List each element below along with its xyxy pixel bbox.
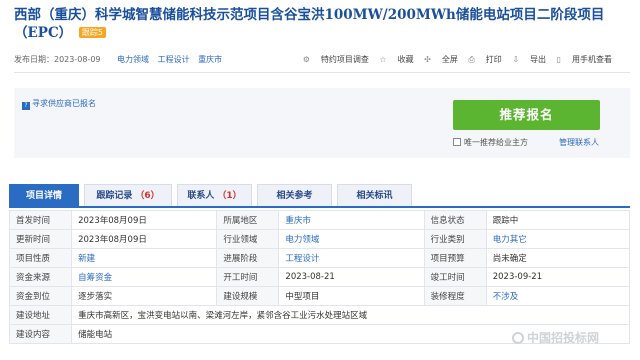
- page-title: 西部（重庆）科学城智慧储能科技示范项目含谷宝洪100MW/200MWh储能电站项…: [14, 6, 624, 42]
- field-value: 2023-09-21: [485, 267, 631, 287]
- tab-label: 联系人: [187, 191, 215, 201]
- tag-industry[interactable]: 电力领域: [117, 55, 149, 64]
- field-value-link[interactable]: 自筹资金: [71, 267, 218, 287]
- tag-stage[interactable]: 工程设计: [158, 55, 190, 64]
- field-value-link[interactable]: 电力其它: [485, 229, 631, 249]
- tab-label: 相关参考: [276, 191, 313, 201]
- table-row: 首发时间 2023年08月09日 所属地区 重庆市 信息状态 跟踪中: [8, 210, 631, 230]
- field-value: 2023年08月09日: [71, 210, 218, 230]
- star-icon: ☆: [379, 55, 387, 64]
- tracking-badge[interactable]: 跟踪5: [78, 27, 106, 38]
- watermark-logo-icon: [512, 332, 524, 344]
- export-button[interactable]: 导出: [530, 55, 546, 64]
- field-label: 更新时间: [8, 229, 73, 249]
- tab-contacts[interactable]: 联系人 （1）: [177, 184, 252, 206]
- tab-tracking[interactable]: 跟踪记录 （6）: [84, 184, 172, 206]
- manage-contact-link[interactable]: 管理联系人: [559, 138, 599, 148]
- field-value: 2023年08月09日: [71, 229, 218, 249]
- field-label: 资金来源: [8, 267, 73, 287]
- field-label: 行业领域: [216, 229, 280, 249]
- field-label: 开工时间: [216, 267, 280, 287]
- table-row: 项目性质 新建 进展阶段 工程设计 项目预算 尚未确定: [8, 248, 631, 268]
- project-info-table: 首发时间 2023年08月09日 所属地区 重庆市 信息状态 跟踪中 更新时间 …: [8, 210, 631, 344]
- recommend-signup-button[interactable]: 推荐报名: [453, 100, 600, 130]
- field-label: 项目预算: [423, 248, 487, 268]
- table-row: 资金到位 逐步落实 建设规模 中型项目 装修程度 不涉及: [8, 286, 631, 306]
- field-label: 资金到位: [8, 286, 73, 306]
- field-value: 逐步落实: [71, 286, 218, 306]
- field-label: 装修程度: [423, 286, 487, 306]
- print-button[interactable]: 打印: [486, 55, 502, 64]
- survey-button[interactable]: 特约项目调查: [321, 55, 369, 64]
- field-value-link[interactable]: 重庆市: [278, 210, 425, 230]
- supplier-link-label: 寻求供应商已报名: [32, 99, 96, 108]
- survey-icon: ⚙: [302, 55, 310, 64]
- favorite-button[interactable]: 收藏: [398, 55, 414, 64]
- tab-label: 跟踪记录: [96, 191, 133, 201]
- field-label: 进展阶段: [216, 248, 280, 268]
- mobile-view-button[interactable]: 用手机查看: [572, 55, 612, 64]
- checkbox-icon[interactable]: [453, 138, 461, 146]
- publish-date: 2023-08-09: [54, 55, 101, 64]
- action-bar: ⚙ 特约项目调查 ☆ 收藏 ✣ 全屏 ⎙ 打印 ⇩ 导出 ▯ 用手机查看: [303, 53, 620, 67]
- fullscreen-icon: ✣: [424, 55, 431, 64]
- tag-region[interactable]: 重庆市: [198, 55, 222, 64]
- field-label: 行业类别: [423, 229, 487, 249]
- field-value: 中型项目: [278, 286, 425, 306]
- exclusive-checkbox[interactable]: 唯一推荐给业主方: [453, 138, 528, 148]
- field-label: 所属地区: [216, 210, 280, 230]
- divider: [14, 72, 630, 73]
- field-value-link[interactable]: 电力领域: [278, 229, 425, 249]
- field-value: 2023-08-21: [278, 267, 425, 287]
- table-row: 资金来源 自筹资金 开工时间 2023-08-21 竣工时间 2023-09-2…: [8, 267, 631, 287]
- tab-label: 相关标讯: [356, 191, 393, 201]
- tab-bar: 项目详情 跟踪记录 （6） 联系人 （1） 相关参考 相关标讯: [9, 184, 630, 208]
- field-label: 竣工时间: [423, 267, 487, 287]
- field-value-link[interactable]: 新建: [71, 248, 218, 268]
- address-value: 重庆市高新区，宝洪变电站以南、梁滩河左岸，紧邻含谷工业污水处理站区域: [71, 305, 630, 325]
- tab-count: （6）: [135, 191, 160, 201]
- field-value: 跟踪中: [485, 210, 631, 230]
- tab-count: （1）: [217, 191, 242, 201]
- signup-panel: ? 寻求供应商已报名 推荐报名 唯一推荐给业主方 管理联系人: [14, 88, 630, 158]
- supplier-link[interactable]: ? 寻求供应商已报名: [22, 98, 96, 110]
- export-icon: ⇩: [512, 55, 520, 64]
- mobile-icon: ▯: [556, 55, 561, 64]
- field-value: 尚未确定: [485, 248, 631, 268]
- field-label: 首发时间: [8, 210, 73, 230]
- table-row: 建设地址 重庆市高新区，宝洪变电站以南、梁滩河左岸，紧邻含谷工业污水处理站区域: [8, 305, 630, 325]
- watermark: 中国招投标网: [512, 329, 599, 346]
- field-value-link[interactable]: 不涉及: [485, 286, 631, 306]
- field-label: 建设内容: [8, 324, 73, 344]
- meta-bar: 发布日期：2023-08-09 电力领域 工程设计 重庆市 ⚙ 特约项目调查 ☆ 收…: [14, 53, 630, 67]
- fullscreen-button[interactable]: 全屏: [442, 55, 458, 64]
- field-label: 建设规模: [216, 286, 280, 306]
- publish-date-label: 发布日期：: [14, 55, 54, 64]
- tab-project-details[interactable]: 项目详情: [9, 184, 79, 206]
- tab-label: 项目详情: [25, 191, 62, 201]
- field-value-link[interactable]: 工程设计: [278, 248, 425, 268]
- tab-related-bids[interactable]: 相关标讯: [337, 184, 412, 206]
- table-row: 更新时间 2023年08月09日 行业领域 电力领域 行业类别 电力其它: [8, 229, 631, 249]
- field-label: 建设地址: [8, 305, 73, 325]
- field-label: 信息状态: [423, 210, 487, 230]
- exclusive-label: 唯一推荐给业主方: [464, 138, 528, 147]
- question-icon: ?: [22, 102, 30, 110]
- tab-references[interactable]: 相关参考: [257, 184, 332, 206]
- print-icon: ⎙: [468, 55, 475, 64]
- watermark-text: 中国招投标网: [527, 331, 600, 345]
- field-label: 项目性质: [8, 248, 73, 268]
